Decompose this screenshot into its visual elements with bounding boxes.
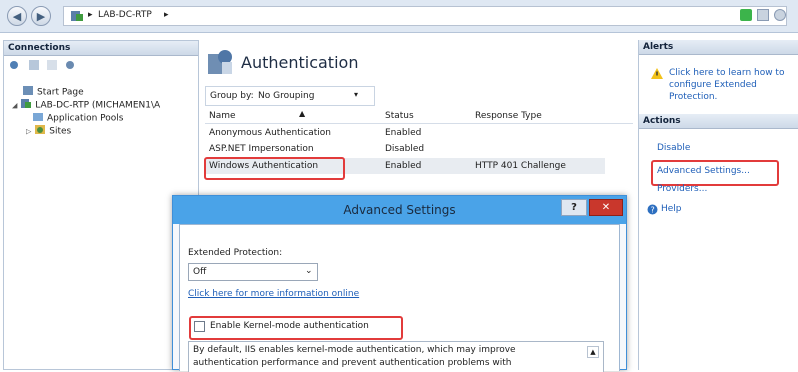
home-icon[interactable] (774, 9, 786, 21)
table-row-name[interactable]: ASP.NET Impersonation (209, 144, 314, 154)
expand-arrow-icon[interactable]: ◢ (12, 102, 17, 110)
header-divider (205, 123, 633, 124)
highlight-box (189, 316, 403, 340)
table-row-response: HTTP 401 Challenge (475, 161, 566, 171)
save-icon[interactable] (28, 59, 40, 74)
ext-protection-value: Off (193, 267, 207, 277)
back-button[interactable]: ◀ (7, 6, 27, 26)
description-line-1: By default, IIS enables kernel-mode auth… (193, 345, 516, 355)
description-line-2: authentication performance and prevent a… (193, 358, 512, 368)
server-icon (20, 98, 32, 112)
tree-item-start-page[interactable]: Start Page (22, 85, 84, 99)
providers-action[interactable]: Providers... (657, 184, 707, 194)
breadcrumb-arrow: ▸ (164, 10, 169, 20)
column-name[interactable]: Name (209, 111, 236, 121)
start-page-icon (22, 85, 34, 99)
group-by-bar[interactable]: Group by: No Grouping ▾ (205, 86, 375, 106)
expand-arrow-icon[interactable]: ▷ (26, 128, 31, 136)
server-icon (70, 10, 84, 25)
dialog-title: Advanced Settings (343, 203, 456, 217)
group-by-label: Group by: (210, 91, 254, 101)
dropdown-arrow-icon[interactable]: ▾ (354, 90, 358, 99)
highlight-box (651, 160, 779, 186)
dialog-close-button[interactable]: ✕ (589, 199, 623, 216)
connect-icon[interactable] (8, 59, 22, 74)
table-row-status: Enabled (385, 128, 422, 138)
more-info-link[interactable]: Click here for more information online (188, 289, 359, 299)
alert-line-2[interactable]: configure Extended (669, 80, 757, 90)
warning-icon (651, 68, 663, 82)
ext-protection-select[interactable]: Off ⌄ (188, 263, 318, 281)
chevron-down-icon[interactable]: ⌄ (305, 266, 313, 276)
help-action[interactable]: Help (661, 204, 682, 214)
advanced-settings-dialog: Advanced Settings ? ✕ Extended Protectio… (172, 195, 627, 372)
tree-item-server[interactable]: ◢ LAB-DC-RTP (MICHAMEN1\A (12, 98, 160, 112)
sort-ascending-icon: ▲ (299, 109, 306, 118)
table-row-name[interactable]: Anonymous Authentication (209, 128, 331, 138)
dialog-body: Extended Protection: Off ⌄ Click here fo… (179, 224, 620, 372)
scroll-up-icon[interactable]: ▲ (587, 346, 599, 358)
breadcrumb-server[interactable]: LAB-DC-RTP (98, 10, 152, 20)
go-icon[interactable] (740, 9, 752, 21)
refresh-icon[interactable] (64, 59, 76, 74)
ext-protection-label: Extended Protection: (188, 248, 283, 258)
tree-item-sites[interactable]: ▷ Sites (26, 124, 71, 138)
app-pool-icon (32, 111, 44, 125)
connections-toolbar (8, 59, 79, 73)
dialog-titlebar[interactable]: Advanced Settings ? ✕ (173, 196, 626, 224)
column-status[interactable]: Status (385, 111, 414, 121)
disable-action[interactable]: Disable (657, 143, 690, 153)
alert-line-1[interactable]: Click here to learn how to (669, 68, 784, 78)
forward-button[interactable]: ▶ (31, 6, 51, 26)
actions-title: Actions (639, 114, 798, 129)
help-icon: ? (647, 204, 658, 218)
alerts-title: Alerts (639, 40, 798, 55)
highlight-box (204, 157, 345, 180)
address-bar: ◀ ▶ ▸ LAB-DC-RTP ▸ (0, 0, 798, 33)
authentication-icon (205, 48, 235, 79)
table-row-status: Disabled (385, 144, 425, 154)
breadcrumb-arrow: ▸ (88, 10, 93, 20)
tree-item-app-pools[interactable]: Application Pools (32, 111, 123, 125)
connections-pane: Connections Start Page ◢ LAB-DC-RTP (MIC… (3, 40, 199, 370)
stop-icon[interactable] (757, 9, 769, 21)
table-row-status: Enabled (385, 161, 422, 171)
connections-title: Connections (4, 41, 198, 56)
up-icon[interactable] (46, 59, 58, 74)
actions-pane: Alerts Click here to learn how to config… (638, 40, 798, 370)
column-response-type[interactable]: Response Type (475, 111, 542, 121)
page-title: Authentication (241, 53, 359, 72)
description-box: By default, IIS enables kernel-mode auth… (188, 341, 604, 372)
svg-text:?: ? (651, 206, 655, 215)
alert-line-3[interactable]: Protection. (669, 92, 717, 102)
dialog-help-button[interactable]: ? (561, 199, 587, 216)
sites-icon (34, 124, 46, 138)
breadcrumb-bar[interactable]: ▸ LAB-DC-RTP ▸ (63, 6, 787, 26)
group-by-value[interactable]: No Grouping (258, 91, 314, 101)
